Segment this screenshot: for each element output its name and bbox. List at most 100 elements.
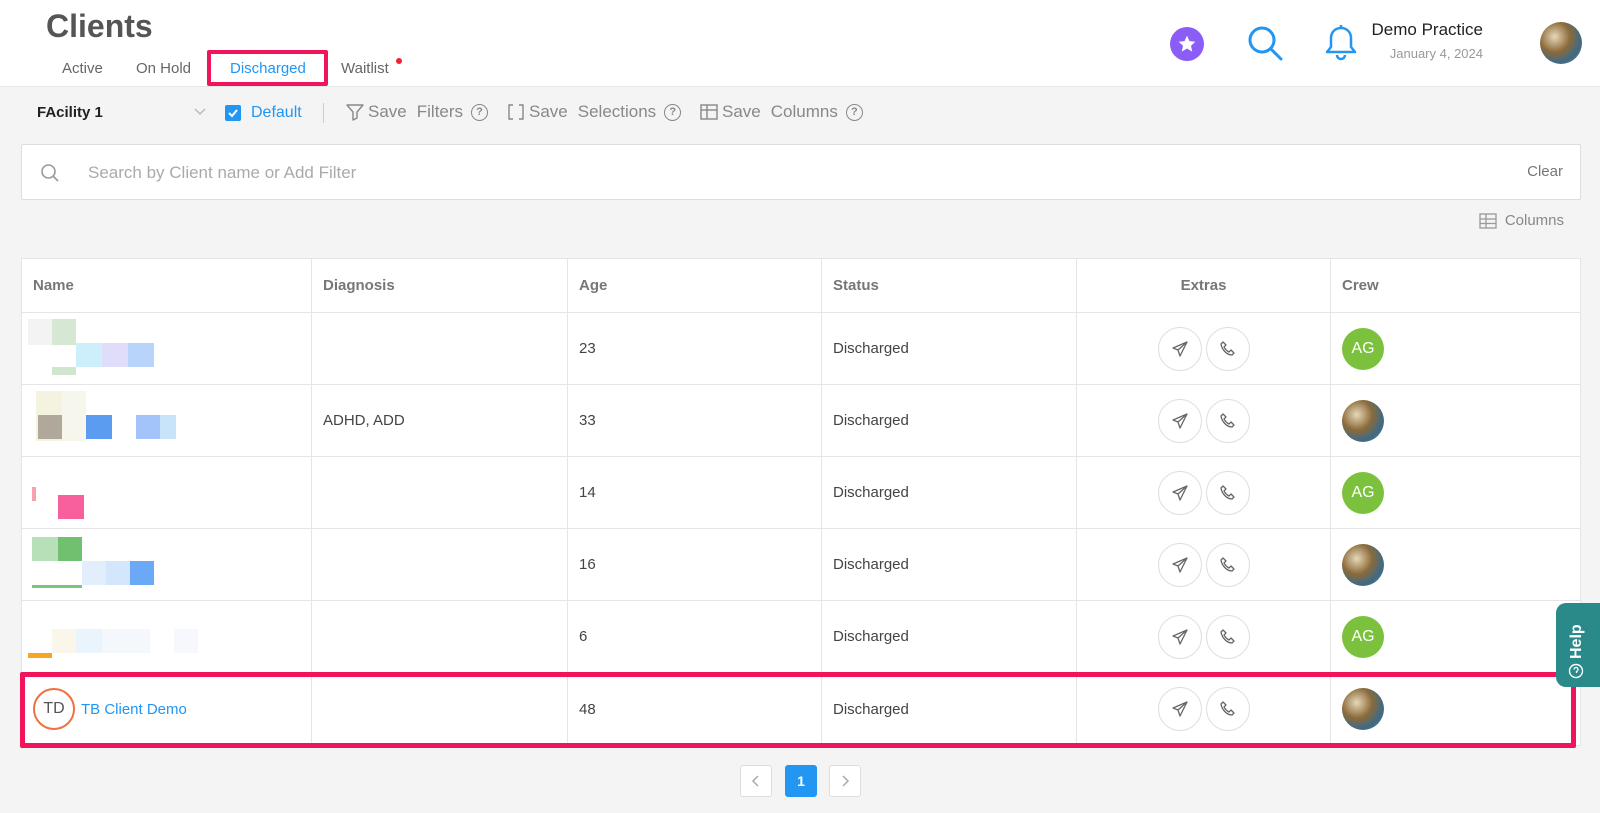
check-icon (228, 109, 238, 118)
columns-button[interactable]: Columns (1479, 212, 1564, 229)
header-age[interactable]: Age (568, 259, 822, 312)
save-filters-label: Filters (416, 102, 464, 121)
phone-icon (1219, 556, 1235, 572)
page-title: Clients (46, 8, 153, 44)
client-name-cell[interactable]: TD TB Client Demo (22, 673, 312, 745)
table-row[interactable]: 23 Discharged AG (22, 313, 1580, 385)
waitlist-notification-dot (396, 58, 402, 64)
help-label: Help (1568, 624, 1585, 659)
save-selections-button[interactable]: Save Selections ? (507, 102, 682, 122)
page-number-button[interactable]: 1 (785, 765, 817, 797)
send-message-button[interactable] (1157, 614, 1202, 659)
crew-avatar[interactable]: AG (1342, 327, 1384, 370)
search-icon (1248, 26, 1283, 61)
table-row[interactable]: 6 Discharged AG (22, 601, 1580, 673)
client-name-redacted[interactable] (22, 385, 312, 456)
columns-label: Columns (1504, 212, 1564, 229)
help-circle-icon[interactable]: ? (664, 103, 682, 121)
tab-waitlist[interactable]: Waitlist (325, 50, 405, 86)
crew-cell (1331, 673, 1582, 745)
tab-active[interactable]: Active (46, 50, 119, 86)
diagnosis-cell (312, 601, 568, 672)
age-cell: 6 (568, 601, 822, 672)
prev-page-button[interactable] (740, 765, 772, 797)
call-button[interactable] (1205, 687, 1250, 731)
chevron-left-icon (751, 775, 759, 787)
save-filters-save: Save (368, 102, 407, 121)
chevron-right-icon (842, 775, 850, 787)
header-name[interactable]: Name (22, 259, 312, 312)
table-row[interactable]: TD TB Client Demo 48 Discharged (22, 673, 1580, 745)
toolbar-divider (323, 103, 324, 123)
crew-avatar-photo[interactable] (1342, 688, 1384, 730)
crew-cell (1331, 529, 1582, 600)
help-circle-icon[interactable]: ? (471, 103, 489, 121)
call-button[interactable] (1205, 470, 1250, 515)
tab-on-hold[interactable]: On Hold (120, 50, 207, 86)
clear-button[interactable]: Clear (1527, 163, 1563, 180)
facility-select[interactable]: FAcility 1 (37, 104, 103, 121)
save-columns-button[interactable]: Save Columns ? (700, 102, 863, 122)
diagnosis-cell (312, 313, 568, 384)
default-label[interactable]: Default (251, 104, 302, 122)
practice-date: January 4, 2024 (1389, 46, 1483, 61)
client-search-box: Clear (21, 144, 1581, 200)
client-name-redacted[interactable] (22, 457, 312, 528)
header-diagnosis[interactable]: Diagnosis (312, 259, 568, 312)
bell-icon (1325, 25, 1357, 61)
paper-plane-icon (1171, 701, 1188, 717)
client-name-redacted[interactable] (22, 313, 312, 384)
age-cell: 33 (568, 385, 822, 456)
crew-avatar[interactable]: AG (1342, 615, 1384, 658)
call-button[interactable] (1205, 614, 1250, 659)
paper-plane-icon (1171, 556, 1188, 573)
extras-cell (1077, 313, 1331, 384)
help-tab[interactable]: Help (1556, 603, 1600, 687)
call-button[interactable] (1205, 542, 1250, 587)
age-cell: 48 (568, 673, 822, 745)
next-page-button[interactable] (829, 765, 861, 797)
crew-cell: AG (1331, 313, 1582, 384)
crew-avatar[interactable]: AG (1342, 471, 1384, 514)
diagnosis-cell (312, 673, 568, 745)
help-circle-icon[interactable]: ? (845, 103, 863, 121)
table-icon (700, 104, 718, 120)
user-avatar[interactable] (1540, 22, 1582, 64)
client-name-redacted[interactable] (22, 601, 312, 672)
search-input[interactable] (88, 159, 1388, 187)
send-message-button[interactable] (1157, 398, 1202, 443)
global-search-button[interactable] (1246, 24, 1284, 67)
save-columns-label: Columns (770, 102, 838, 121)
chevron-down-icon[interactable] (193, 104, 207, 123)
filter-toolbar: FAcility 1 Default Save Filters ? Save S… (0, 88, 1600, 138)
table-row[interactable]: ADHD, ADD 33 Discharged (22, 385, 1580, 457)
notifications-button[interactable] (1324, 24, 1358, 67)
table-header-row: Name Diagnosis Age Status Extras Crew (22, 259, 1580, 313)
table-row[interactable]: 14 Discharged AG (22, 457, 1580, 529)
table-icon (1479, 212, 1497, 229)
call-button[interactable] (1205, 326, 1250, 371)
send-message-button[interactable] (1157, 687, 1202, 731)
crew-avatar-photo[interactable] (1342, 543, 1384, 586)
send-message-button[interactable] (1157, 470, 1202, 515)
save-filters-button[interactable]: Save Filters ? (346, 102, 489, 122)
extras-cell (1077, 673, 1331, 745)
call-button[interactable] (1205, 398, 1250, 443)
default-checkbox[interactable] (225, 105, 241, 121)
table-row[interactable]: 16 Discharged (22, 529, 1580, 601)
practice-info[interactable]: Demo Practice January 4, 2024 (1372, 20, 1483, 61)
send-message-button[interactable] (1157, 326, 1202, 371)
extras-cell (1077, 601, 1331, 672)
phone-icon (1219, 340, 1235, 356)
header-status[interactable]: Status (822, 259, 1077, 312)
client-name-redacted[interactable] (22, 529, 312, 600)
client-name-link[interactable]: TB Client Demo (81, 701, 187, 718)
crew-cell: AG (1331, 457, 1582, 528)
diagnosis-cell (312, 457, 568, 528)
send-message-button[interactable] (1157, 542, 1202, 587)
save-selections-label: Selections (577, 102, 657, 121)
extras-cell (1077, 385, 1331, 456)
header-crew[interactable]: Crew (1331, 259, 1582, 312)
favorites-button[interactable] (1170, 27, 1204, 61)
crew-avatar-photo[interactable] (1342, 399, 1384, 442)
